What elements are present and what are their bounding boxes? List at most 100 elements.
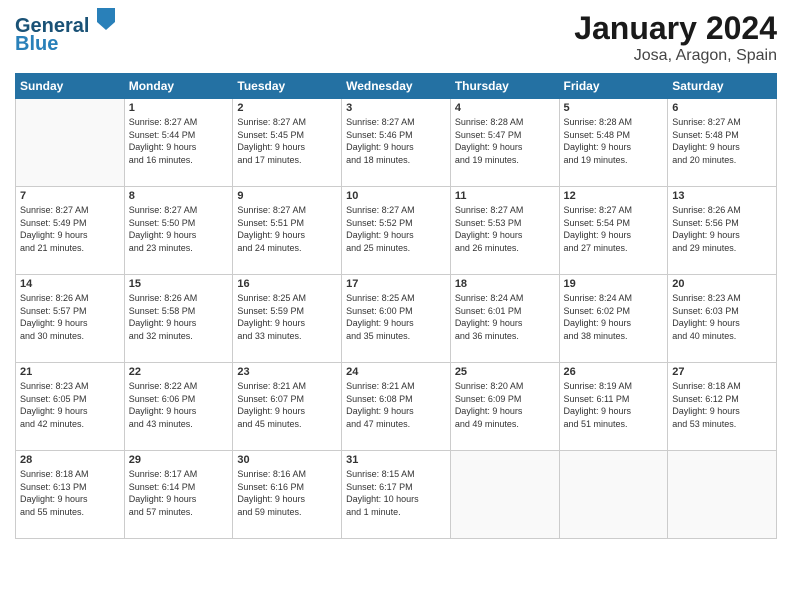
cell-details: Sunrise: 8:27 AMSunset: 5:44 PMDaylight:…: [129, 116, 229, 166]
cell-details: Sunrise: 8:17 AMSunset: 6:14 PMDaylight:…: [129, 468, 229, 518]
logo: General Blue: [15, 10, 115, 56]
weekday-header-monday: Monday: [124, 74, 233, 99]
cell-details: Sunrise: 8:28 AMSunset: 5:47 PMDaylight:…: [455, 116, 555, 166]
cell-details: Sunrise: 8:26 AMSunset: 5:57 PMDaylight:…: [20, 292, 120, 342]
cell-details: Sunrise: 8:26 AMSunset: 5:56 PMDaylight:…: [672, 204, 772, 254]
calendar-cell: [668, 451, 777, 539]
calendar-cell: 26Sunrise: 8:19 AMSunset: 6:11 PMDayligh…: [559, 363, 668, 451]
cell-details: Sunrise: 8:18 AMSunset: 6:13 PMDaylight:…: [20, 468, 120, 518]
day-number: 20: [672, 278, 772, 290]
calendar-cell: 20 Sunrise: 8:23 AMSunset: 6:03 PMDayligh…: [668, 275, 777, 363]
day-number: 17: [346, 278, 446, 290]
cell-details: Sunrise: 8:24 AMSunset: 6:02 PMDaylight:…: [564, 292, 664, 342]
calendar-cell: [559, 451, 668, 539]
cell-details: Sunrise: 8:27 AMSunset: 5:45 PMDaylight:…: [237, 116, 337, 166]
calendar-cell: 29 Sunrise: 8:17 AMSunset: 6:14 PMDayligh…: [124, 451, 233, 539]
weekday-header-tuesday: Tuesday: [233, 74, 342, 99]
day-number: 29: [129, 454, 229, 466]
week-row-1: 1Sunrise: 8:27 AMSunset: 5:44 PMDaylight…: [16, 99, 777, 187]
location-title: Josa, Aragon, Spain: [574, 47, 777, 65]
month-title: January 2024: [574, 10, 777, 47]
day-number: 7: [20, 190, 120, 202]
cell-details: Sunrise: 8:19 AMSunset: 6:11 PMDaylight:…: [564, 380, 664, 430]
calendar-cell: 30 Sunrise: 8:16 AMSunset: 6:16 PMDayligh…: [233, 451, 342, 539]
cell-details: Sunrise: 8:27 AMSunset: 5:51 PMDaylight:…: [237, 204, 337, 254]
weekday-header-friday: Friday: [559, 74, 668, 99]
calendar-cell: 25 Sunrise: 8:20 AMSunset: 6:09 PMDayligh…: [450, 363, 559, 451]
weekday-header-row: SundayMondayTuesdayWednesdayThursdayFrid…: [16, 74, 777, 99]
day-number: 21: [20, 366, 120, 378]
calendar-cell: [450, 451, 559, 539]
cell-details: Sunrise: 8:26 AMSunset: 5:58 PMDaylight:…: [129, 292, 229, 342]
calendar-cell: 9 Sunrise: 8:27 AMSunset: 5:51 PMDaylight…: [233, 187, 342, 275]
calendar-cell: 19 Sunrise: 8:24 AMSunset: 6:02 PMDayligh…: [559, 275, 668, 363]
calendar-cell: 21 Sunrise: 8:23 AMSunset: 6:05 PMDayligh…: [16, 363, 125, 451]
day-number: 30: [237, 454, 337, 466]
calendar-cell: 4 Sunrise: 8:28 AMSunset: 5:47 PMDaylight…: [450, 99, 559, 187]
day-number: 16: [237, 278, 337, 290]
title-block: January 2024 Josa, Aragon, Spain: [574, 10, 777, 65]
day-number: 23: [237, 366, 337, 378]
cell-details: Sunrise: 8:27 AMSunset: 5:53 PMDaylight:…: [455, 204, 555, 254]
calendar-cell: 28Sunrise: 8:18 AMSunset: 6:13 PMDayligh…: [16, 451, 125, 539]
cell-details: Sunrise: 8:21 AMSunset: 6:07 PMDaylight:…: [237, 380, 337, 430]
calendar-cell: 13Sunrise: 8:26 AMSunset: 5:56 PMDayligh…: [668, 187, 777, 275]
cell-details: Sunrise: 8:20 AMSunset: 6:09 PMDaylight:…: [455, 380, 555, 430]
day-number: 8: [129, 190, 229, 202]
cell-details: Sunrise: 8:16 AMSunset: 6:16 PMDaylight:…: [237, 468, 337, 518]
cell-details: Sunrise: 8:27 AMSunset: 5:49 PMDaylight:…: [20, 204, 120, 254]
day-number: 31: [346, 454, 446, 466]
calendar-cell: 31Sunrise: 8:15 AMSunset: 6:17 PMDayligh…: [342, 451, 451, 539]
calendar-cell: 7 Sunrise: 8:27 AMSunset: 5:49 PMDaylight…: [16, 187, 125, 275]
cell-details: Sunrise: 8:23 AMSunset: 6:03 PMDaylight:…: [672, 292, 772, 342]
cell-details: Sunrise: 8:24 AMSunset: 6:01 PMDaylight:…: [455, 292, 555, 342]
day-number: 22: [129, 366, 229, 378]
weekday-header-saturday: Saturday: [668, 74, 777, 99]
page-header: General Blue January 2024 Josa, Aragon, …: [15, 10, 777, 65]
cell-details: Sunrise: 8:21 AMSunset: 6:08 PMDaylight:…: [346, 380, 446, 430]
cell-details: Sunrise: 8:25 AMSunset: 6:00 PMDaylight:…: [346, 292, 446, 342]
calendar-table: SundayMondayTuesdayWednesdayThursdayFrid…: [15, 73, 777, 539]
logo-icon: [97, 8, 115, 30]
cell-details: Sunrise: 8:27 AMSunset: 5:48 PMDaylight:…: [672, 116, 772, 166]
calendar-cell: 15 Sunrise: 8:26 AMSunset: 5:58 PMDayligh…: [124, 275, 233, 363]
calendar-cell: [16, 99, 125, 187]
calendar-cell: 6 Sunrise: 8:27 AMSunset: 5:48 PMDaylight…: [668, 99, 777, 187]
calendar-cell: 18 Sunrise: 8:24 AMSunset: 6:01 PMDayligh…: [450, 275, 559, 363]
day-number: 4: [455, 102, 555, 114]
cell-details: Sunrise: 8:23 AMSunset: 6:05 PMDaylight:…: [20, 380, 120, 430]
day-number: 12: [564, 190, 664, 202]
day-number: 15: [129, 278, 229, 290]
day-number: 19: [564, 278, 664, 290]
day-number: 18: [455, 278, 555, 290]
week-row-4: 21 Sunrise: 8:23 AMSunset: 6:05 PMDayligh…: [16, 363, 777, 451]
weekday-header-sunday: Sunday: [16, 74, 125, 99]
calendar-cell: 22 Sunrise: 8:22 AMSunset: 6:06 PMDayligh…: [124, 363, 233, 451]
calendar-cell: 8Sunrise: 8:27 AMSunset: 5:50 PMDaylight…: [124, 187, 233, 275]
calendar-cell: 3Sunrise: 8:27 AMSunset: 5:46 PMDaylight…: [342, 99, 451, 187]
calendar-cell: 5Sunrise: 8:28 AMSunset: 5:48 PMDaylight…: [559, 99, 668, 187]
day-number: 6: [672, 102, 772, 114]
day-number: 10: [346, 190, 446, 202]
day-number: 14: [20, 278, 120, 290]
day-number: 11: [455, 190, 555, 202]
weekday-header-thursday: Thursday: [450, 74, 559, 99]
cell-details: Sunrise: 8:27 AMSunset: 5:46 PMDaylight:…: [346, 116, 446, 166]
calendar-cell: 16 Sunrise: 8:25 AMSunset: 5:59 PMDayligh…: [233, 275, 342, 363]
cell-details: Sunrise: 8:27 AMSunset: 5:54 PMDaylight:…: [564, 204, 664, 254]
day-number: 2: [237, 102, 337, 114]
cell-details: Sunrise: 8:18 AMSunset: 6:12 PMDaylight:…: [672, 380, 772, 430]
week-row-3: 14 Sunrise: 8:26 AMSunset: 5:57 PMDayligh…: [16, 275, 777, 363]
calendar-cell: 12 Sunrise: 8:27 AMSunset: 5:54 PMDayligh…: [559, 187, 668, 275]
cell-details: Sunrise: 8:28 AMSunset: 5:48 PMDaylight:…: [564, 116, 664, 166]
weekday-header-wednesday: Wednesday: [342, 74, 451, 99]
day-number: 24: [346, 366, 446, 378]
calendar-cell: 24 Sunrise: 8:21 AMSunset: 6:08 PMDayligh…: [342, 363, 451, 451]
calendar-cell: 14 Sunrise: 8:26 AMSunset: 5:57 PMDayligh…: [16, 275, 125, 363]
day-number: 9: [237, 190, 337, 202]
calendar-cell: 11 Sunrise: 8:27 AMSunset: 5:53 PMDayligh…: [450, 187, 559, 275]
calendar-cell: 2 Sunrise: 8:27 AMSunset: 5:45 PMDaylight…: [233, 99, 342, 187]
cell-details: Sunrise: 8:25 AMSunset: 5:59 PMDaylight:…: [237, 292, 337, 342]
day-number: 25: [455, 366, 555, 378]
cell-details: Sunrise: 8:22 AMSunset: 6:06 PMDaylight:…: [129, 380, 229, 430]
